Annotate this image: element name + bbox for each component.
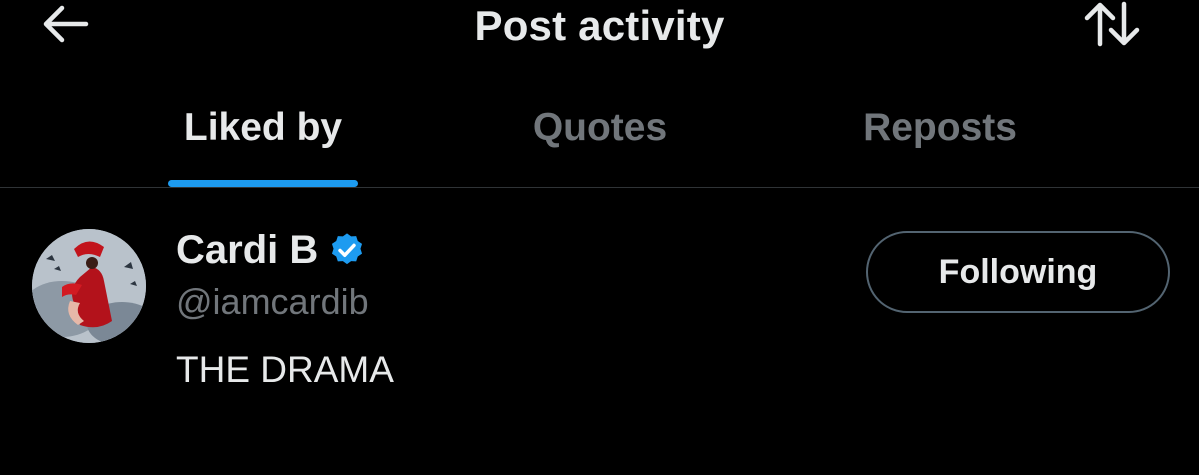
verified-badge-icon	[328, 231, 366, 269]
tab-label: Liked by	[183, 106, 343, 149]
user-handle: @iamcardib	[176, 281, 369, 322]
page-title: Post activity	[474, 2, 725, 49]
tab-label: Quotes	[532, 106, 668, 149]
activity-tabs: Liked by Quotes Reposts	[0, 92, 1199, 188]
tab-liked-by[interactable]: Liked by	[168, 92, 358, 188]
user-name-line: Cardi B	[176, 227, 366, 273]
sort-button[interactable]	[1080, 0, 1144, 53]
tabs-divider	[0, 187, 1199, 188]
avatar[interactable]	[32, 229, 146, 343]
user-name[interactable]: Cardi B	[176, 228, 318, 273]
tab-label: Reposts	[863, 106, 1017, 149]
following-button[interactable]: Following	[866, 231, 1170, 313]
tab-quotes[interactable]: Quotes	[510, 92, 690, 188]
user-bio: THE DRAMA	[176, 349, 394, 390]
user-list-item[interactable]: Cardi B @iamcardib THE DRAMA Following	[0, 189, 1199, 409]
top-bar: Post activity	[0, 0, 1199, 60]
sort-arrows-icon	[1082, 0, 1142, 53]
tab-reposts[interactable]: Reposts	[840, 92, 1040, 188]
active-tab-indicator	[168, 180, 358, 187]
